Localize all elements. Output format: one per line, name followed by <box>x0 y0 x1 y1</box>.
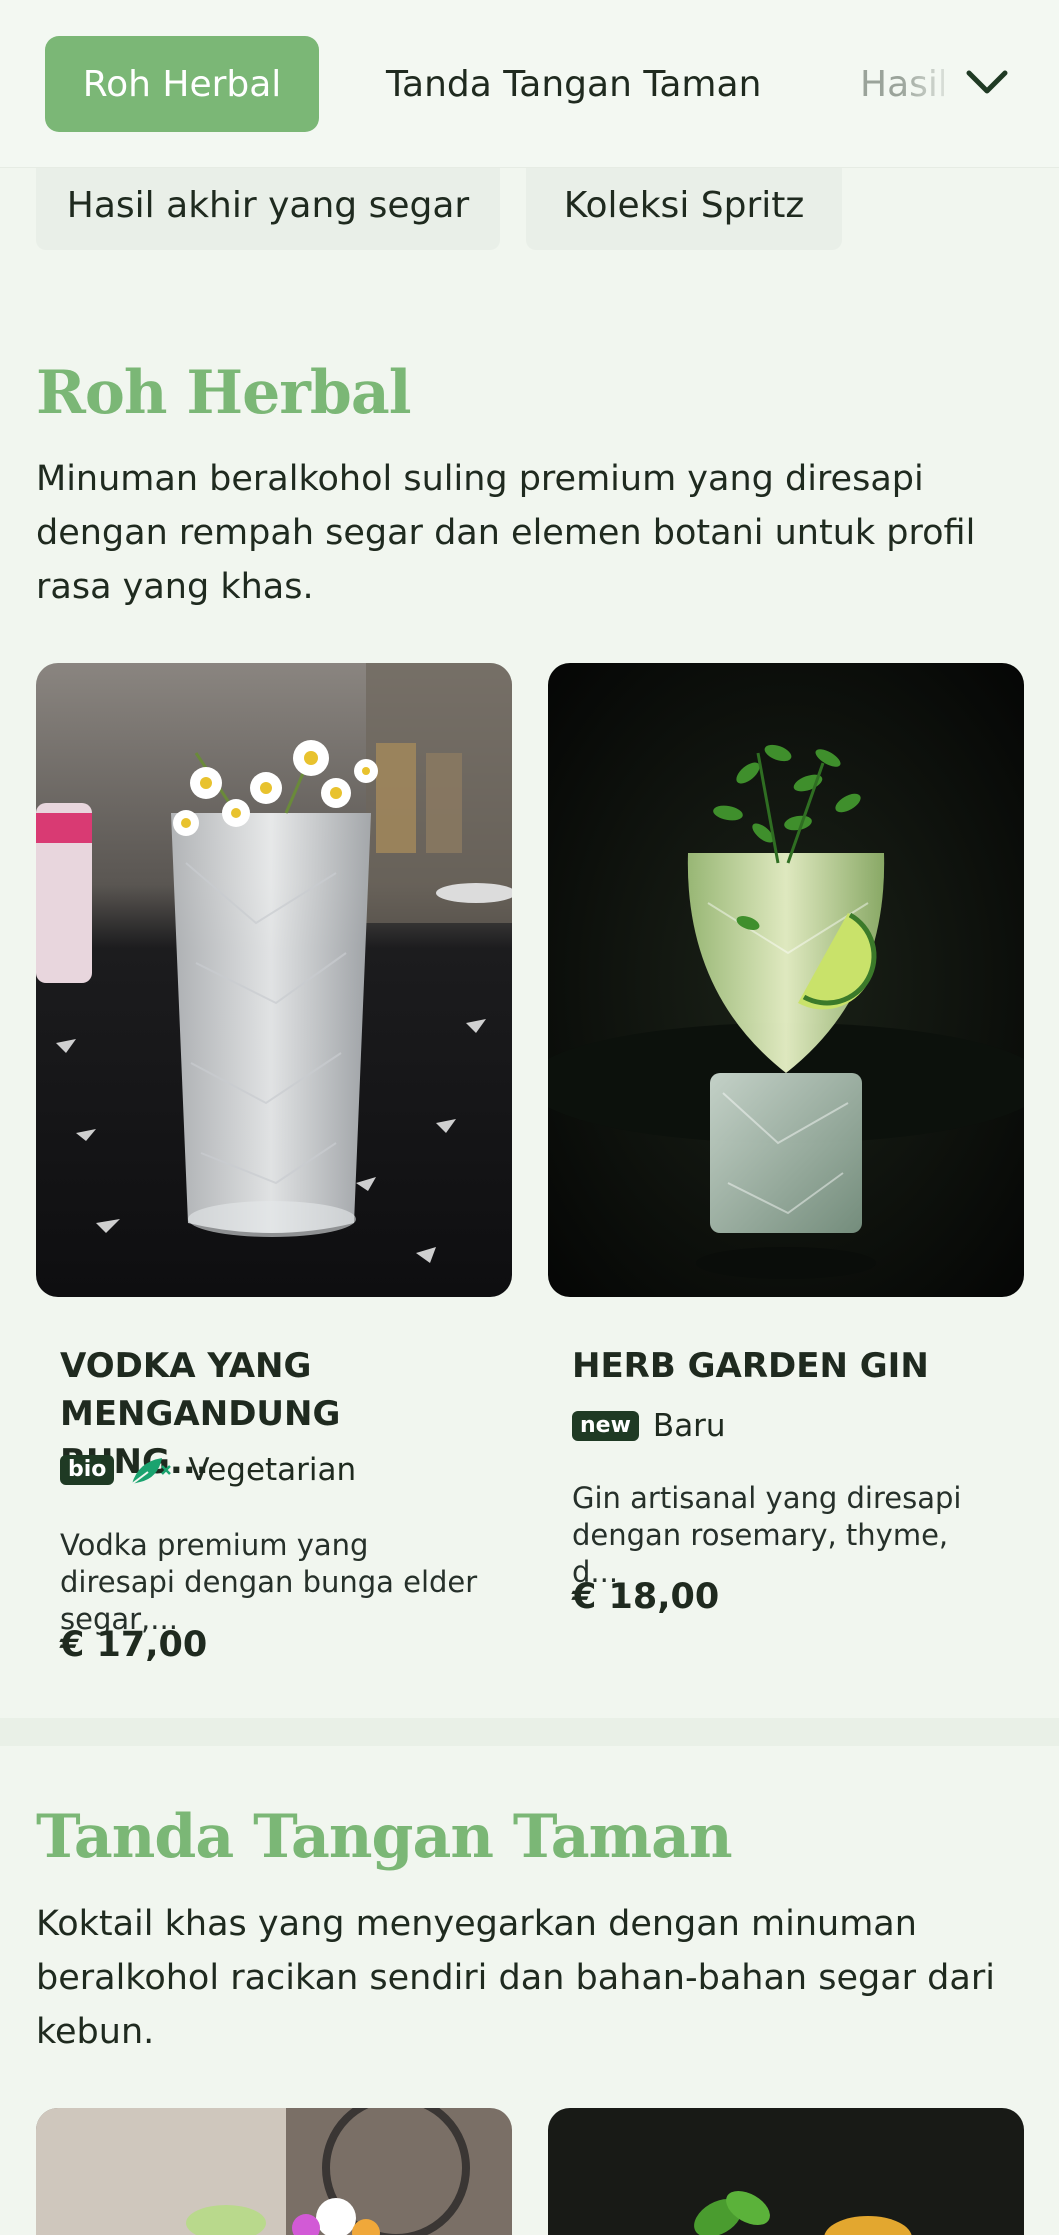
product-image-herb-garden-gin[interactable] <box>548 663 1024 1297</box>
product-image-garden-cocktail-2[interactable] <box>548 2108 1024 2235</box>
section-description-tanda-tangan-taman: Koktail khas yang menyegarkan dengan min… <box>36 1904 995 2052</box>
product-badges-herb-garden-gin: new Baru <box>572 1408 726 1444</box>
product-image-vodka[interactable] <box>36 663 512 1297</box>
vegetarian-label: Vegetarian <box>188 1452 357 1488</box>
product-image-garden-cocktail-1[interactable] <box>36 2108 512 2235</box>
new-label: Baru <box>652 1408 726 1444</box>
vegetarian-leaf-icon <box>128 1452 174 1488</box>
tab-tanda-tangan-taman[interactable]: Tanda Tangan Taman <box>386 36 761 132</box>
product-price-herb-garden-gin: € 18,00 <box>572 1577 720 1617</box>
section-title-tanda-tangan-taman: Tanda Tangan Taman <box>36 1802 733 1872</box>
product-description-vodka: Vodka premium yang diresapi dengan bunga… <box>60 1528 478 1636</box>
product-price-vodka: € 17,00 <box>60 1625 208 1665</box>
product-description-herb-garden-gin: Gin artisanal yang diresapi dengan rosem… <box>572 1481 962 1589</box>
chip-hasil-akhir-yang-segar[interactable]: Hasil akhir yang segar <box>36 160 500 250</box>
chip-koleksi-spritz[interactable]: Koleksi Spritz <box>526 160 842 250</box>
tab-roh-herbal[interactable]: Roh Herbal <box>45 36 319 132</box>
new-badge: new <box>572 1411 639 1441</box>
section-divider <box>0 1718 1059 1746</box>
product-badges-vodka: bio Vegetarian <box>60 1452 356 1488</box>
product-name-herb-garden-gin[interactable]: HERB GARDEN GIN <box>572 1342 1002 1390</box>
section-description-roh-herbal: Minuman beralkohol suling premium yang d… <box>36 459 976 607</box>
section-title-roh-herbal: Roh Herbal <box>36 358 411 428</box>
category-tab-bar: Roh Herbal Tanda Tangan Taman Hasil <box>0 0 1059 168</box>
bio-badge: bio <box>60 1455 115 1485</box>
chevron-down-icon[interactable] <box>962 58 1012 108</box>
